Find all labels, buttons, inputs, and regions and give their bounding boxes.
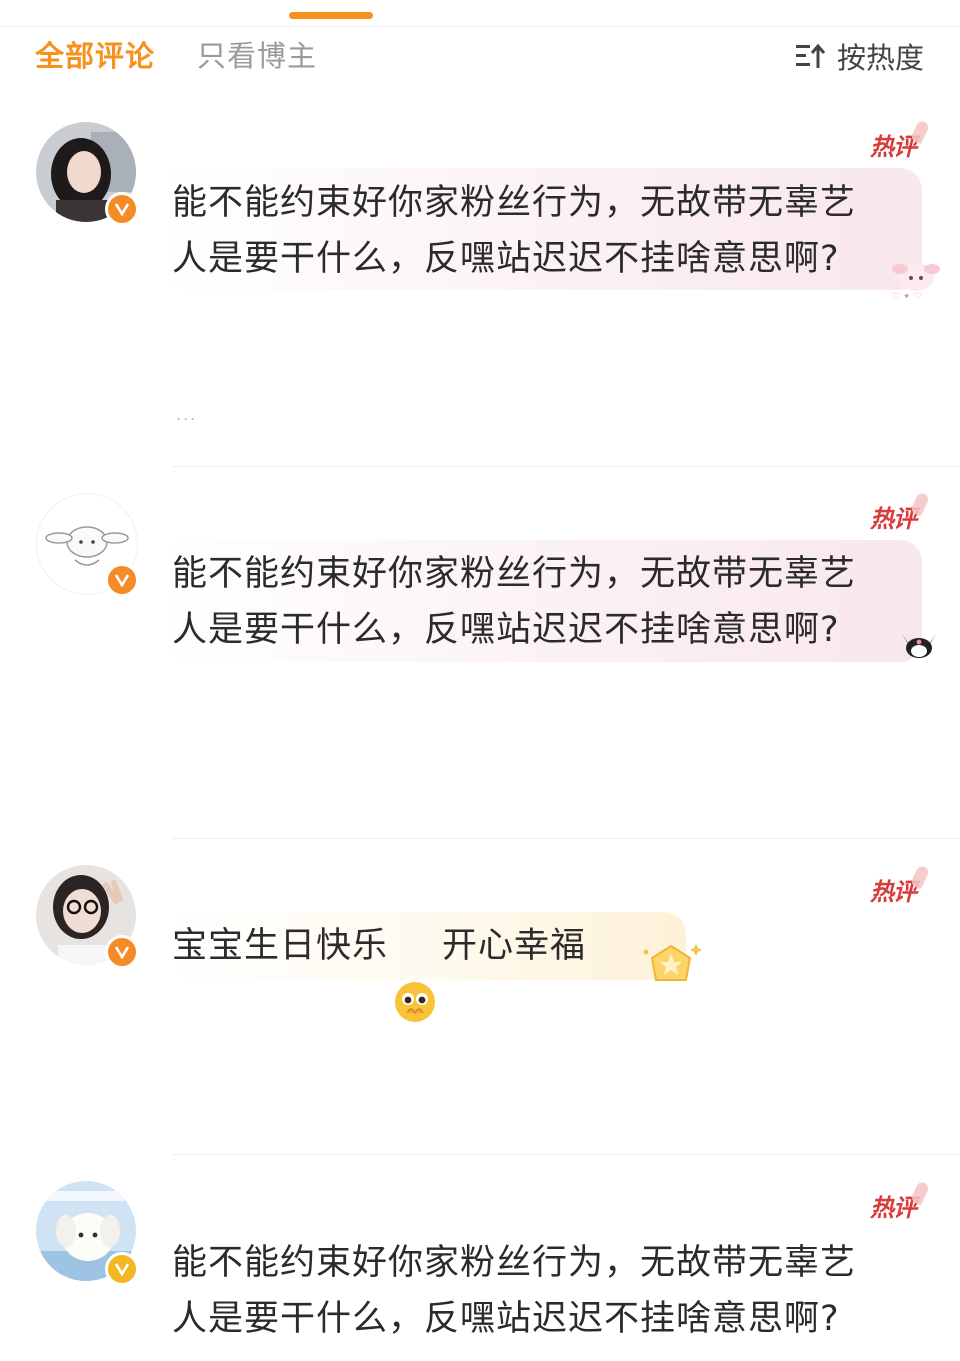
verified-badge-icon [105,935,139,969]
kuromi-sticker-icon [896,624,942,668]
tab-all-comments[interactable]: 全部评论 [35,36,155,76]
comment-divider [172,1154,960,1155]
active-tab-indicator [289,12,373,19]
verified-badge-icon [105,563,139,597]
hot-comment-badge: 热评 [870,872,917,907]
tab-blogger-only[interactable]: 只看博主 [197,36,317,76]
sort-by-heat-button[interactable]: 按热度 [795,36,924,76]
sort-icon [795,42,827,70]
verified-badge-icon [105,192,139,226]
svg-text:♡ ✦ ♡: ♡ ✦ ♡ [892,292,921,302]
hot-comment-badge: 热评 [870,127,917,162]
gold-star-badge-icon [640,940,702,994]
header-divider [0,26,960,27]
bubble-sticker-icon: ♡ ✦ ♡ [888,255,944,309]
hot-comment-badge: 热评 [870,499,917,534]
verified-badge-icon [105,1252,139,1286]
comment-text-before: 宝宝生日快乐 [172,926,389,966]
comment-text[interactable]: 能不能约束好你家粉丝行为，无故带无辜艺 人是要干什么，反嘿站迟迟不挂啥意思啊? [172,546,856,658]
more-indicator[interactable]: ... [176,405,197,424]
pleading-face-emoji-icon [392,923,438,1022]
comment-text[interactable]: 能不能约束好你家粉丝行为，无故带无辜艺 人是要干什么，反嘿站迟迟不挂啥意思啊? [172,1235,856,1347]
hot-comment-badge: 热评 [870,1188,917,1223]
comment-text[interactable]: 宝宝生日快乐 开心幸福 [172,918,587,1022]
comment-text-after: 开心幸福 [442,926,587,966]
comment-divider [172,466,960,467]
comment-divider [172,838,960,839]
comment-text[interactable]: 能不能约束好你家粉丝行为，无故带无辜艺 人是要干什么，反嘿站迟迟不挂啥意思啊? [172,175,856,287]
sort-label: 按热度 [836,41,924,75]
